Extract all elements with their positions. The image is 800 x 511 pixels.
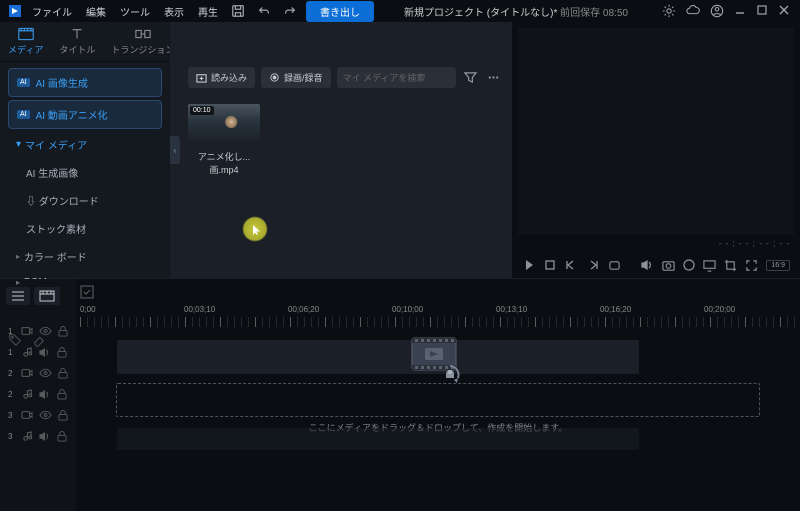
more-icon[interactable]	[485, 69, 502, 86]
lock-icon[interactable]	[58, 368, 68, 379]
timeline-settings-icon[interactable]	[80, 285, 94, 299]
timeline-mode-list-icon[interactable]	[6, 287, 30, 305]
prev-frame-icon[interactable]	[564, 258, 578, 272]
volume-icon[interactable]	[640, 258, 654, 272]
record-button[interactable]: 録画/録音	[261, 67, 331, 88]
color-board-category[interactable]: ▸カラー ボード	[8, 244, 162, 269]
ruler-tick: 00;03;10	[184, 305, 215, 314]
ruler-tick: 0;00	[80, 305, 96, 314]
downloads[interactable]: ⇩ ダウンロード	[8, 188, 162, 213]
preview-timecode: - - ; - - ; - - ; - -	[512, 235, 800, 252]
account-icon[interactable]	[710, 4, 724, 18]
ai-generated-images[interactable]: AI 生成画像	[8, 160, 162, 185]
menu-file[interactable]: ファイル	[26, 2, 78, 21]
snapshot-icon[interactable]	[662, 259, 675, 272]
redo-icon[interactable]	[278, 2, 302, 20]
ruler-tick: 00;13;10	[496, 305, 527, 314]
visibility-icon[interactable]	[39, 410, 52, 420]
timeline-ruler[interactable]: 0;00 00;03;10 00;06;20 00;10;00 00;13;10 00;1…	[80, 305, 800, 317]
lock-icon[interactable]	[57, 431, 67, 442]
ai-image-gen-button[interactable]: AIAI 画像生成	[8, 68, 162, 97]
timeline-mode-film-icon[interactable]	[34, 287, 60, 305]
cursor-highlight	[242, 216, 268, 242]
ruler-tick: 00;06;20	[288, 305, 319, 314]
cloud-icon[interactable]	[686, 4, 700, 18]
track-header[interactable]: 2	[4, 363, 72, 383]
track-header-column: 112233	[0, 279, 76, 511]
menu-tool[interactable]: ツール	[114, 2, 156, 21]
ai-video-anim-button[interactable]: AIAI 動画アニメ化	[8, 100, 162, 129]
timeline-drop-zone[interactable]	[116, 383, 760, 417]
media-search-input[interactable]: マイ メディアを検索	[337, 67, 456, 88]
track-header[interactable]: 3	[4, 426, 72, 446]
timeline-panel: 112233 0;00 00;03;10 00;06;20 00;10;00 00;13…	[0, 278, 800, 511]
audio-track-icon	[22, 431, 33, 442]
display-icon[interactable]	[703, 259, 716, 272]
lock-icon[interactable]	[57, 347, 67, 358]
lock-icon[interactable]	[58, 326, 68, 337]
loop-icon[interactable]	[608, 259, 621, 272]
next-frame-icon[interactable]	[586, 258, 600, 272]
settings-icon[interactable]	[662, 4, 676, 18]
app-logo	[6, 2, 24, 20]
quality-icon[interactable]	[683, 259, 695, 271]
tab-media[interactable]: メディア	[0, 22, 51, 61]
video-track-icon	[21, 410, 33, 420]
drop-film-icon	[410, 336, 466, 384]
menu-play[interactable]: 再生	[192, 2, 224, 21]
save-icon[interactable]	[226, 2, 250, 20]
menu-edit[interactable]: 編集	[80, 2, 112, 21]
undo-icon[interactable]	[252, 2, 276, 20]
clip-filename: アニメ化し...画.mp4	[188, 150, 260, 176]
mute-icon[interactable]	[39, 431, 51, 442]
aspect-ratio-badge[interactable]: 16:9	[766, 260, 790, 271]
media-browser: ‹ 読み込み 録画/録音 マイ メディアを検索 00:10 アニメ化し...画.…	[170, 22, 512, 278]
menu-view[interactable]: 表示	[158, 2, 190, 21]
fullscreen-icon[interactable]	[745, 259, 758, 272]
lock-icon[interactable]	[58, 410, 68, 421]
track-header[interactable]: 2	[4, 384, 72, 404]
import-button[interactable]: 読み込み	[188, 67, 255, 88]
maximize-icon[interactable]	[756, 4, 768, 18]
audio-track-icon	[22, 347, 33, 358]
video-track-icon	[21, 368, 33, 378]
my-media-category[interactable]: ▾マイ メディア	[8, 132, 162, 157]
play-icon[interactable]	[522, 258, 536, 272]
video-track-icon	[21, 326, 33, 336]
mute-icon[interactable]	[39, 347, 51, 358]
audio-track-icon	[22, 389, 33, 400]
tab-title[interactable]: タイトル	[51, 22, 103, 61]
top-menu-bar: ファイル 編集 ツール 表示 再生 書き出し 新規プロジェクト (タイトルなし)…	[0, 0, 800, 22]
export-button[interactable]: 書き出し	[306, 1, 374, 22]
clip-thumbnail: 00:10	[188, 104, 260, 144]
minimize-icon[interactable]	[734, 4, 746, 18]
track-header[interactable]: 3	[4, 405, 72, 425]
visibility-icon[interactable]	[39, 368, 52, 378]
ruler-tick: 00;16;20	[600, 305, 631, 314]
tag-icon[interactable]	[8, 333, 22, 347]
filter-icon[interactable]	[462, 69, 479, 86]
close-icon[interactable]	[778, 4, 790, 18]
mute-icon[interactable]	[39, 389, 51, 400]
stop-icon[interactable]	[544, 259, 556, 271]
crop-icon[interactable]	[724, 259, 737, 272]
lock-icon[interactable]	[57, 389, 67, 400]
ruler-tick: 00;20;00	[704, 305, 735, 314]
visibility-icon[interactable]	[39, 326, 52, 336]
timeline-body[interactable]: 0;00 00;03;10 00;06;20 00;10;00 00;13;10 00;1…	[76, 279, 800, 511]
stock-material[interactable]: ストック素材	[8, 216, 162, 241]
ruler-tick: 00;10;00	[392, 305, 423, 314]
media-clip[interactable]: 00:10 アニメ化し...画.mp4	[188, 104, 260, 176]
preview-viewport[interactable]	[518, 28, 794, 235]
document-title: 新規プロジェクト (タイトルなし)* 前回保存 08:50	[376, 4, 656, 19]
preview-panel: - - ; - - ; - - ; - - 16:9	[512, 22, 800, 278]
